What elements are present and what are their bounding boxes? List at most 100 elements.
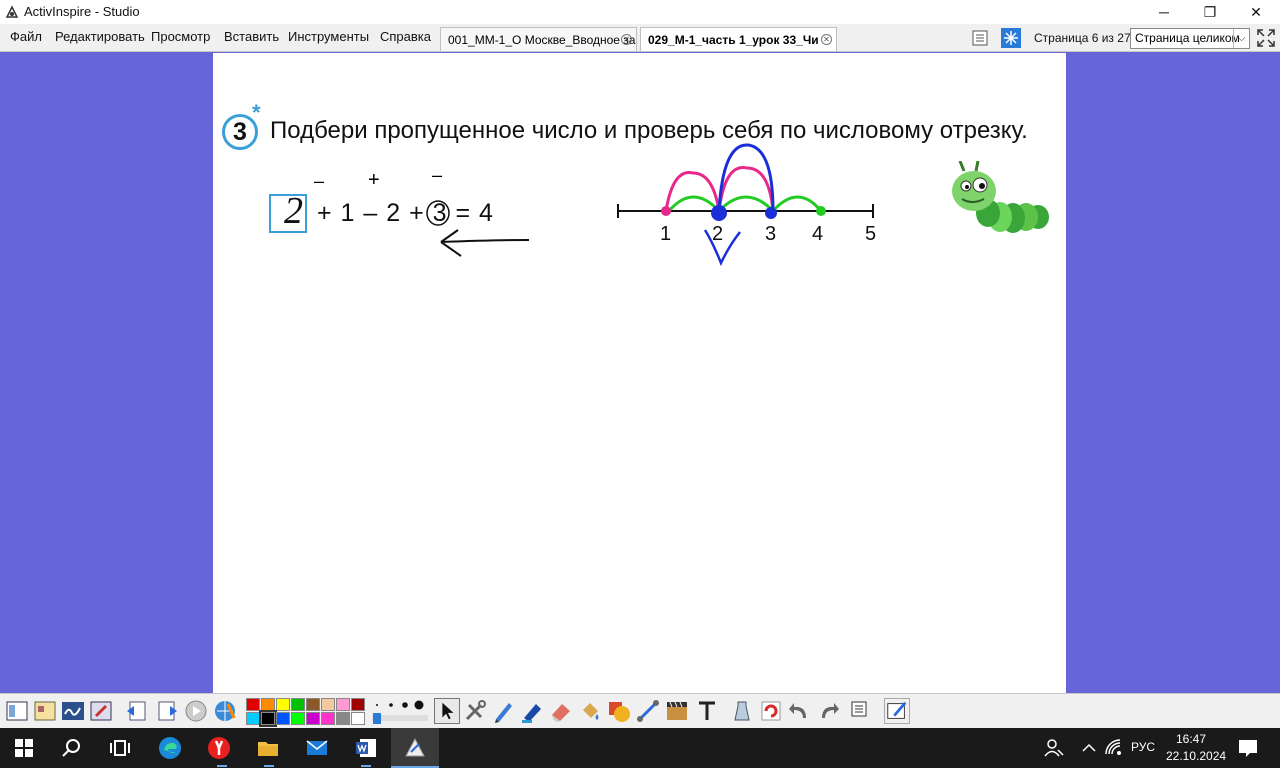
window-title: ActivInspire - Studio [24,4,140,19]
point-green [816,206,826,216]
shape-icon[interactable] [606,698,632,724]
redo-icon[interactable] [816,698,842,724]
main-menu-icon[interactable] [4,698,30,724]
eraser-icon[interactable] [548,698,574,724]
yandex-browser-icon[interactable] [207,736,231,760]
color-swatch[interactable] [336,712,350,725]
color-swatch[interactable] [291,698,305,711]
tools-icon[interactable] [462,698,488,724]
page-indicator: Страница 6 из 27 [1034,31,1131,45]
flipchart-page[interactable]: 3 * Подбери пропущенное число и проверь … [213,53,1066,693]
tab-document-1[interactable]: 001_ММ-1_О Москве_Вводное зан ✕ [440,27,637,51]
running-indicator [217,765,227,767]
color-swatch-selected[interactable] [259,710,277,727]
fullscreen-icon[interactable] [1256,28,1276,48]
highlighter-icon[interactable] [519,698,545,724]
color-swatch[interactable] [306,712,320,725]
number-line-label: 1 [660,223,672,245]
caterpillar-illustration [952,161,1049,233]
number-line-label: 4 [812,223,824,245]
chevron-up-icon[interactable] [1077,736,1101,760]
undo-icon[interactable] [786,698,812,724]
point-blue [765,207,777,219]
pen-icon[interactable] [490,698,516,724]
next-page-icon[interactable] [154,698,180,724]
color-swatch[interactable] [351,712,365,725]
previous-page-icon[interactable] [124,698,150,724]
mail-icon[interactable] [305,736,329,760]
clock-time[interactable]: 16:47 [1176,732,1206,746]
color-swatch[interactable] [261,698,275,711]
menu-insert[interactable]: Вставить [224,29,279,44]
menu-view[interactable]: Просмотр [151,29,210,44]
edge-browser-icon[interactable] [158,736,182,760]
page-notes-icon[interactable] [846,698,872,724]
text-tool-icon[interactable] [694,698,720,724]
color-swatch[interactable] [276,712,290,725]
reset-page-icon[interactable] [758,698,784,724]
select-tool-icon[interactable] [434,698,460,724]
resource-library-icon[interactable] [664,698,690,724]
task-view-icon[interactable] [108,736,132,760]
chevron-down-icon[interactable]: ⌵ [1233,29,1249,48]
notifications-icon[interactable] [1236,736,1260,760]
word-icon[interactable] [354,736,378,760]
minimize-button[interactable]: ─ [1141,0,1187,24]
globe-icon[interactable] [212,698,238,724]
answer-digit: 2 [284,190,303,232]
color-swatch[interactable] [246,698,260,711]
number-line-label: 5 [865,223,877,245]
green-arc [771,195,823,213]
color-swatch[interactable] [291,712,305,725]
green-arc [667,195,721,213]
point-blue [711,205,727,221]
zoom-select[interactable]: Страница целиком ⌵ [1130,28,1250,49]
desktop-annotate-icon[interactable] [884,698,910,724]
snowflake-icon[interactable] [1001,28,1021,48]
clear-icon[interactable] [729,698,755,724]
connector-icon[interactable] [635,698,661,724]
browser-icon[interactable] [32,698,58,724]
activinspire-icon [405,737,425,757]
signature-icon[interactable] [60,698,86,724]
menu-tools[interactable]: Инструменты [288,29,369,44]
page-browser-icon[interactable] [971,29,989,47]
language-indicator[interactable]: РУС [1131,740,1155,754]
clock-date[interactable]: 22.10.2024 [1166,749,1226,763]
close-tab-icon[interactable]: ✕ [821,34,832,45]
restore-button[interactable]: ❐ [1187,0,1233,24]
tab-label: 001_ММ-1_О Москве_Вводное зан [448,33,637,47]
color-swatch[interactable] [351,698,365,711]
main-toolbox [0,693,1280,728]
color-swatch[interactable] [306,698,320,711]
menu-help[interactable]: Справка [380,29,431,44]
pen-width-selector[interactable] [370,698,430,726]
menu-file[interactable]: Файл [10,29,42,44]
wifi-icon[interactable] [1102,736,1126,760]
app-icon [5,5,19,18]
menu-edit[interactable]: Редактировать [55,29,145,44]
settings-icon[interactable] [88,698,114,724]
handwritten-mark: – [432,165,443,185]
fill-icon[interactable] [577,698,603,724]
people-icon[interactable] [1042,736,1066,760]
green-arc [717,195,775,213]
title-bar: ActivInspire - Studio ─ ❐ ✕ [0,0,1280,24]
play-icon[interactable] [183,698,209,724]
color-swatch[interactable] [336,698,350,711]
tab-document-2[interactable]: 029_М-1_часть 1_урок 33_Чи ✕ [640,27,837,51]
color-swatch[interactable] [246,712,260,725]
color-swatch[interactable] [321,698,335,711]
close-button[interactable]: ✕ [1233,0,1279,24]
activinspire-taskbar-button[interactable] [391,728,439,768]
running-indicator [264,765,274,767]
color-swatch[interactable] [276,698,290,711]
equation: + 1 – 2 + 3 = 4 [317,199,494,227]
file-explorer-icon[interactable] [256,736,280,760]
windows-start-icon[interactable] [12,736,36,760]
search-icon[interactable] [60,736,84,760]
tab-label: 029_М-1_часть 1_урок 33_Чи [648,33,819,47]
zoom-value: Страница целиком [1135,31,1240,45]
close-tab-icon[interactable]: ✕ [621,34,632,45]
color-swatch[interactable] [321,712,335,725]
